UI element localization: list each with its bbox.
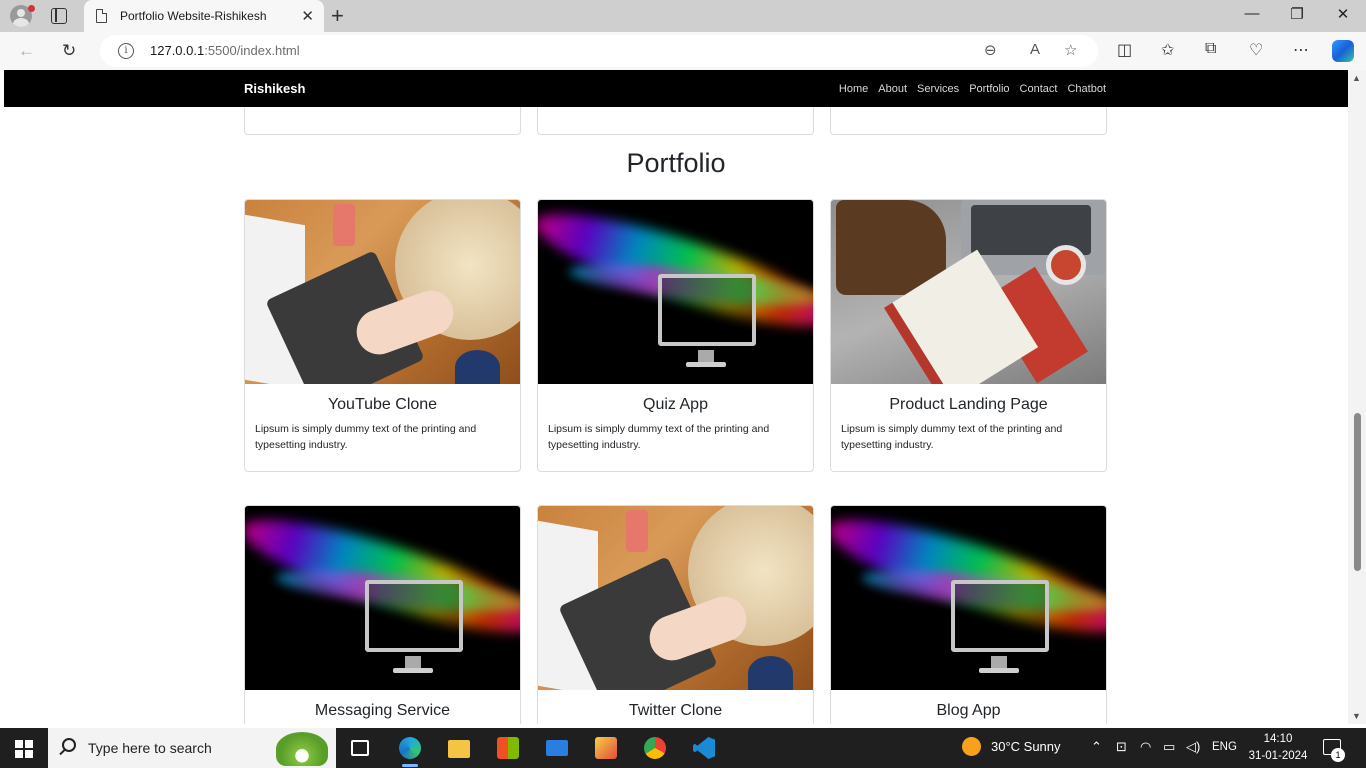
browser-tab-strip: Portfolio Website-Rishikesh ✕ + — ❐ ✕ (0, 0, 1366, 32)
portfolio-card[interactable]: Messaging Service (244, 505, 521, 724)
card-title: Quiz App (643, 396, 708, 413)
show-hidden-icons[interactable]: ⌃ (1091, 739, 1102, 755)
taskbar-search[interactable]: Type here to search (48, 728, 336, 768)
store-app-icon[interactable] (486, 728, 530, 768)
portfolio-card[interactable]: Quiz App Lipsum is simply dummy text of … (537, 199, 814, 472)
portfolio-card[interactable]: Twitter Clone (537, 505, 814, 724)
portfolio-card[interactable]: YouTube Clone Lipsum is simply dummy tex… (244, 199, 521, 472)
vscode-app-icon[interactable] (682, 728, 726, 768)
read-aloud-icon[interactable]: A (1030, 41, 1040, 58)
search-icon (62, 738, 76, 752)
windows-taskbar: Type here to search 30°C Sunny ⌃ ⊡ ◠ ▭ ◁… (0, 728, 1366, 768)
card-title: Twitter Clone (628, 702, 723, 719)
nav-link-services[interactable]: Services (917, 83, 959, 95)
battery-icon[interactable]: ▭ (1163, 739, 1175, 755)
browser-tab[interactable]: Portfolio Website-Rishikesh ✕ (84, 0, 324, 32)
card-image (831, 200, 1106, 384)
browser-essentials-icon[interactable]: ♡ (1249, 40, 1263, 60)
section-title: Portfolio (626, 148, 726, 178)
site-navbar: Rishikesh Home About Services Portfolio … (4, 70, 1348, 107)
new-tab-button[interactable]: + (331, 3, 344, 29)
favorite-star-icon[interactable]: ☆ (1064, 41, 1077, 59)
scroll-up-icon[interactable]: ▲ (1352, 73, 1361, 83)
card-image (831, 506, 1106, 690)
wifi-icon[interactable]: ◠ (1140, 739, 1151, 755)
split-screen-icon[interactable]: ◫ (1117, 40, 1132, 60)
page-scrollbar[interactable]: ▲ ▼ (1348, 70, 1366, 724)
collections-icon[interactable]: ⧉ (1205, 40, 1216, 58)
restore-button[interactable]: ❐ (1274, 5, 1320, 23)
refresh-icon[interactable]: ↻ (62, 41, 76, 61)
scroll-down-icon[interactable]: ▼ (1352, 711, 1361, 721)
profile-notification-dot (28, 5, 35, 12)
previous-card (537, 107, 814, 135)
clock-date: 31-01-2024 (1248, 750, 1308, 762)
page-viewport: Rishikesh Home About Services Portfolio … (4, 70, 1348, 724)
tab-actions-icon[interactable] (51, 8, 67, 24)
page-icon (96, 9, 107, 23)
card-image (245, 506, 520, 690)
language-indicator[interactable]: ENG (1212, 741, 1237, 753)
file-explorer-icon[interactable] (437, 728, 481, 768)
back-icon[interactable]: ← (18, 41, 35, 61)
site-menu: Home About Services Portfolio Contact Ch… (839, 83, 1106, 95)
volume-icon[interactable]: ◁) (1186, 739, 1200, 755)
card-image (538, 506, 813, 690)
card-image (538, 200, 813, 384)
more-menu-icon[interactable]: ⋯ (1293, 40, 1309, 60)
windows-start-icon[interactable] (15, 740, 33, 758)
edge-app-icon[interactable] (388, 728, 432, 768)
clock-time: 14:10 (1263, 733, 1293, 745)
nav-link-portfolio[interactable]: Portfolio (969, 83, 1009, 95)
portfolio-card[interactable]: Product Landing Page Lipsum is simply du… (830, 199, 1107, 472)
scrollbar-thumb[interactable] (1354, 413, 1361, 571)
previous-card (830, 107, 1107, 135)
card-text: Lipsum is simply dummy text of the print… (841, 423, 1063, 451)
zoom-icon[interactable]: ⊖ (984, 41, 997, 59)
site-info-icon[interactable]: i (118, 43, 134, 59)
weather-text[interactable]: 30°C Sunny (991, 739, 1061, 754)
url-text[interactable]: 127.0.0.1:5500/index.html (150, 43, 300, 58)
search-highlight-icon (276, 732, 328, 766)
favorites-icon[interactable]: ✩ (1161, 40, 1174, 60)
tab-close-icon[interactable]: ✕ (301, 7, 314, 25)
card-text: Lipsum is simply dummy text of the print… (255, 423, 477, 451)
minimize-button[interactable]: — (1229, 5, 1275, 22)
card-image (245, 200, 520, 384)
tab-title: Portfolio Website-Rishikesh (120, 9, 267, 23)
site-brand[interactable]: Rishikesh (244, 81, 305, 96)
nav-link-chatbot[interactable]: Chatbot (1067, 83, 1106, 95)
copilot-icon[interactable] (1332, 40, 1354, 62)
card-text: Lipsum is simply dummy text of the print… (548, 423, 770, 451)
mail-app-icon[interactable] (535, 728, 579, 768)
previous-card (244, 107, 521, 135)
portfolio-card[interactable]: Blog App (830, 505, 1107, 724)
meet-now-icon[interactable]: ⊡ (1116, 739, 1127, 755)
task-view-icon[interactable] (338, 728, 382, 768)
search-placeholder: Type here to search (88, 740, 212, 756)
chrome-app-icon[interactable] (633, 728, 677, 768)
close-window-button[interactable]: ✕ (1320, 5, 1366, 23)
nav-link-contact[interactable]: Contact (1020, 83, 1058, 95)
snipping-tool-icon[interactable] (584, 728, 628, 768)
nav-link-about[interactable]: About (878, 83, 907, 95)
card-title: Product Landing Page (889, 396, 1048, 413)
notification-count: 1 (1331, 748, 1345, 762)
nav-link-home[interactable]: Home (839, 83, 868, 95)
card-title: Blog App (936, 702, 1001, 719)
card-title: YouTube Clone (327, 396, 438, 413)
clock[interactable]: 14:10 31-01-2024 (1248, 731, 1308, 765)
address-bar[interactable]: i 127.0.0.1:5500/index.html ⊖ A ☆ (100, 35, 1098, 67)
card-title: Messaging Service (314, 702, 451, 719)
weather-icon[interactable] (962, 737, 981, 756)
